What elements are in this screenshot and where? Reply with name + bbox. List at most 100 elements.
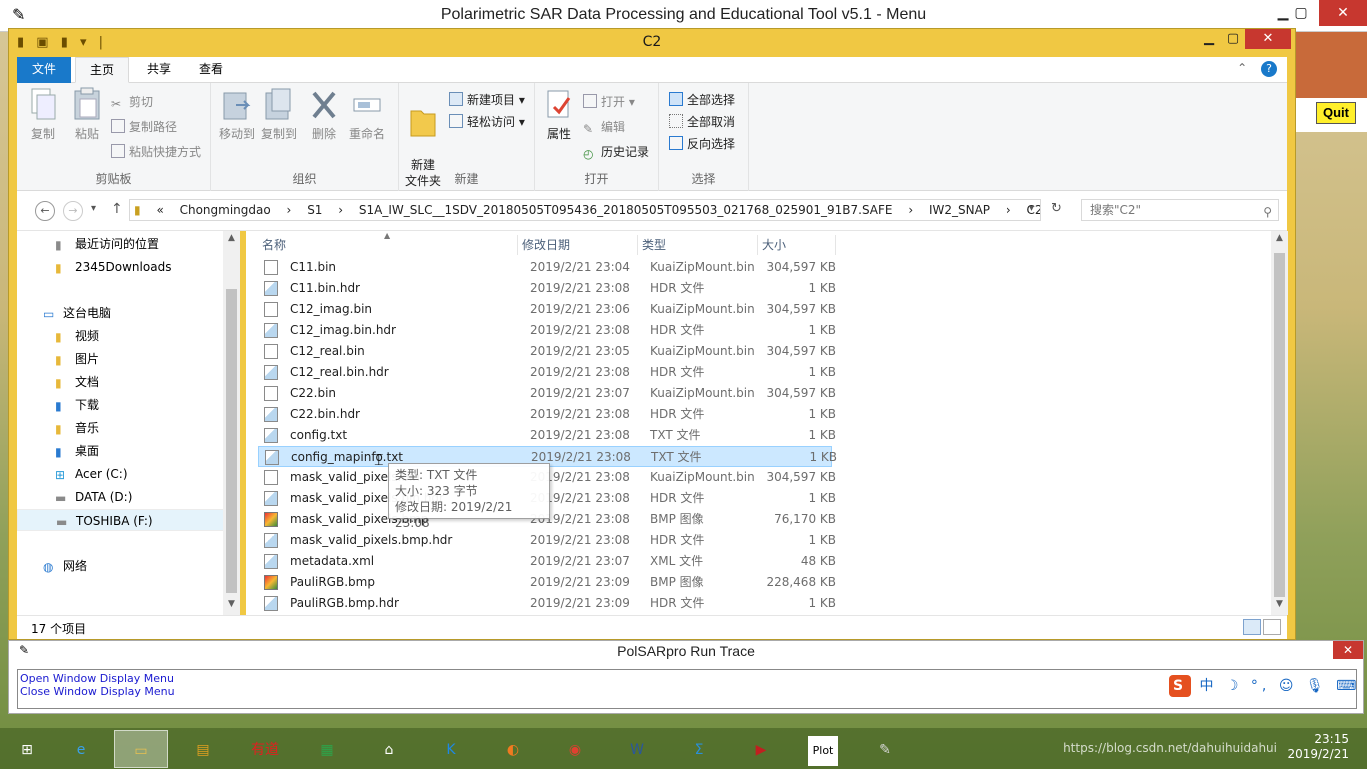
delete-button[interactable]: 删除 <box>307 87 341 142</box>
breadcrumb-separator[interactable]: › <box>338 203 343 217</box>
taskbar-kuaizip-button[interactable]: K <box>424 730 478 768</box>
taskbar-sigma-button[interactable]: Σ <box>672 730 726 768</box>
moon-icon[interactable]: ☽ <box>1226 678 1243 694</box>
file-row[interactable]: config.txt 2019/2/21 23:08 TXT 文件 1 KB <box>258 425 836 446</box>
taskbar-home-button[interactable]: ⌂ <box>362 730 416 768</box>
scroll-down-icon[interactable]: ▼ <box>1271 599 1288 609</box>
breadcrumb-safe[interactable]: S1A_IW_SLC__1SDV_20180505T095436_2018050… <box>359 203 893 217</box>
taskbar-store-button[interactable]: ▦ <box>300 730 354 768</box>
history-button[interactable]: ◴ 历史记录 <box>583 143 649 161</box>
file-row[interactable]: metadata.xml 2019/2/21 23:07 XML 文件 48 KB <box>258 551 836 572</box>
file-row[interactable]: mask_valid_pixels.bmp.hdr 2019/2/21 23:08… <box>258 530 836 551</box>
help-icon[interactable]: ? <box>1261 61 1277 77</box>
quit-button[interactable]: Quit <box>1316 102 1356 124</box>
keyboard-icon[interactable]: ⌨ <box>1336 678 1360 694</box>
file-row[interactable]: C22.bin.hdr 2019/2/21 23:08 HDR 文件 1 KB <box>258 404 836 425</box>
taskbar-browser-button[interactable]: ◐ <box>486 730 540 768</box>
file-row[interactable]: PauliRGB.bmp.hdr 2019/2/21 23:09 HDR 文件 1 K… <box>258 593 836 614</box>
paste-button[interactable]: 粘贴 <box>69 87 105 142</box>
nav-item[interactable]: ◍ 网络 <box>17 555 231 577</box>
maximize-button[interactable]: ▢ <box>1283 0 1319 26</box>
breadcrumb-overflow[interactable]: « <box>156 203 163 217</box>
file-row[interactable]: PauliRGB.bmp 2019/2/21 23:09 BMP 图像 228,468… <box>258 572 836 593</box>
clock[interactable]: 23:15 2019/2/21 <box>1287 732 1349 762</box>
emoji-icon[interactable]: ☺ <box>1279 678 1298 694</box>
search-input[interactable]: 搜索"C2" ⚲ <box>1081 199 1279 221</box>
file-scroll-thumb[interactable] <box>1274 253 1285 597</box>
breadcrumb-iw2-snap[interactable]: IW2_SNAP <box>929 203 990 217</box>
breadcrumb-separator[interactable]: › <box>908 203 913 217</box>
ime-mode[interactable]: 中 <box>1199 678 1217 694</box>
taskbar-ie-button[interactable]: e <box>54 730 108 768</box>
recent-locations-icon[interactable]: ▾ <box>91 203 96 214</box>
nav-item[interactable]: ▮ 音乐 <box>17 417 231 439</box>
tab-view[interactable]: 查看 <box>185 57 237 83</box>
nav-item[interactable]: ▮ 文档 <box>17 371 231 393</box>
scroll-up-icon[interactable]: ▲ <box>223 233 240 243</box>
open-button[interactable]: 打开 ▾ <box>583 93 635 110</box>
move-to-button[interactable]: 移动到 <box>217 87 257 142</box>
breadcrumb-separator[interactable]: › <box>287 203 292 217</box>
breadcrumb-s1[interactable]: S1 <box>307 203 322 217</box>
microphone-icon[interactable]: 🎙 <box>1306 678 1328 694</box>
punctuation-icon[interactable]: °, <box>1251 678 1270 694</box>
nav-item[interactable]: ▮ 最近访问的位置 <box>17 233 231 255</box>
nav-item[interactable]: ▮ 图片 <box>17 348 231 370</box>
nav-item[interactable]: ▮ 下载 <box>17 394 231 416</box>
nav-scrollbar[interactable]: ▲ ▼ <box>223 231 240 615</box>
file-row[interactable]: C22.bin 2019/2/21 23:07 KuaiZipMount.bin 30… <box>258 383 836 404</box>
breadcrumb[interactable]: ▮ « Chongmingdao › S1 › S1A_IW_SLC__1SDV… <box>129 199 1041 221</box>
close-button[interactable]: ✕ <box>1319 0 1367 26</box>
column-modified[interactable]: 修改日期 <box>518 235 638 255</box>
address-dropdown-icon[interactable]: ▾ <box>1029 203 1034 214</box>
search-icon[interactable]: ⚲ <box>1263 202 1272 222</box>
nav-item[interactable]: ▮ 桌面 <box>17 440 231 462</box>
file-row[interactable]: C11.bin.hdr 2019/2/21 23:08 HDR 文件 1 KB <box>258 278 836 299</box>
scroll-down-icon[interactable]: ▼ <box>223 599 240 609</box>
collapse-ribbon-icon[interactable]: ⌃ <box>1237 61 1247 75</box>
details-view-icon[interactable] <box>1243 619 1261 635</box>
copy-path-button[interactable]: 复制路径 <box>111 118 177 135</box>
copy-button[interactable]: 复制 <box>25 87 61 142</box>
easy-access-button[interactable]: 轻松访问 ▾ <box>449 113 525 130</box>
breadcrumb-separator[interactable]: › <box>1006 203 1011 217</box>
taskbar-youdao-button[interactable]: 有道 <box>238 730 292 768</box>
file-row[interactable]: C12_real.bin 2019/2/21 23:05 KuaiZipMount.… <box>258 341 836 362</box>
file-row[interactable]: C11.bin 2019/2/21 23:04 KuaiZipMount.bin 30… <box>258 257 836 278</box>
column-type[interactable]: 类型 <box>638 235 758 255</box>
taskbar-explorer-button[interactable]: ▭ <box>114 730 168 768</box>
file-row[interactable]: C12_imag.bin 2019/2/21 23:06 KuaiZipMount.… <box>258 299 836 320</box>
taskbar-archive-button[interactable]: ▤ <box>176 730 230 768</box>
nav-item[interactable]: ⊞ Acer (C:) <box>17 463 231 485</box>
tab-share[interactable]: 共享 <box>133 57 185 83</box>
refresh-icon[interactable]: ↻ <box>1051 201 1062 216</box>
forward-button[interactable]: → <box>63 201 83 221</box>
nav-item[interactable]: ▮ 视频 <box>17 325 231 347</box>
select-all-button[interactable]: 全部选择 <box>669 91 735 108</box>
nav-item[interactable]: ▬ DATA (D:) <box>17 486 231 508</box>
nav-item[interactable]: ▭ 这台电脑 <box>17 302 231 324</box>
properties-button[interactable]: 属性 <box>541 87 577 142</box>
copy-to-button[interactable]: 复制到 <box>259 87 299 142</box>
file-row[interactable]: C12_real.bin.hdr 2019/2/21 23:08 HDR 文件 1 K… <box>258 362 836 383</box>
taskbar-word-button[interactable]: W <box>610 730 664 768</box>
taskbar-feather-button[interactable]: ✎ <box>858 730 912 768</box>
scroll-up-icon[interactable]: ▲ <box>1271 233 1288 243</box>
column-size[interactable]: 大小 <box>758 235 836 255</box>
taskbar-plot-button[interactable]: Plot <box>796 730 850 768</box>
nav-item[interactable]: ▬ TOSHIBA (F:) <box>17 509 231 531</box>
file-scrollbar[interactable]: ▲ ▼ <box>1271 231 1288 615</box>
cut-button[interactable]: ✂ 剪切 <box>111 93 153 111</box>
rename-button[interactable]: 重命名 <box>345 87 389 142</box>
nav-scroll-thumb[interactable] <box>226 289 237 593</box>
ime-toolbar[interactable]: S 中 ☽ °, ☺ 🎙 ⌨ ♟ ▦ <box>1169 675 1367 697</box>
edit-button[interactable]: ✎ 编辑 <box>583 118 625 136</box>
paste-shortcut-button[interactable]: 粘贴快捷方式 <box>111 143 201 160</box>
back-button[interactable]: ← <box>35 201 55 221</box>
large-icons-view-icon[interactable] <box>1263 619 1281 635</box>
taskbar-start-button[interactable]: ⊞ <box>0 730 54 768</box>
tab-home[interactable]: 主页 <box>75 57 130 83</box>
maximize-button[interactable]: ▢ <box>1219 29 1247 49</box>
tab-file[interactable]: 文件 <box>17 57 71 83</box>
nav-item[interactable]: ▮ 2345Downloads <box>17 256 231 278</box>
